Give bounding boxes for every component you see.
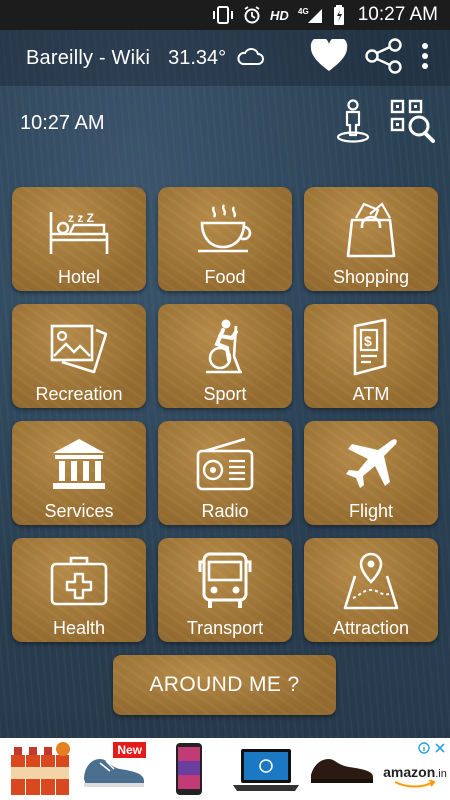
tile-label: Health bbox=[52, 618, 106, 638]
network-label: HD bbox=[269, 7, 289, 23]
photos-icon bbox=[47, 316, 111, 378]
signal-icon: 4G bbox=[298, 6, 324, 24]
map-pin-icon bbox=[339, 550, 403, 612]
ad-choices[interactable] bbox=[418, 742, 446, 754]
shopping-bag-icon bbox=[339, 199, 403, 261]
cloud-icon bbox=[236, 46, 265, 71]
time-row: 10:27 AM bbox=[0, 95, 450, 151]
tile-label: Shopping bbox=[332, 267, 410, 287]
tile-label: Radio bbox=[201, 501, 249, 521]
ad-product-laptop[interactable] bbox=[228, 740, 304, 798]
tile-label: Sport bbox=[203, 384, 247, 404]
exercise-bike-icon bbox=[193, 316, 257, 378]
coffee-cup-icon bbox=[193, 199, 257, 261]
tile-label: Food bbox=[204, 267, 246, 287]
brand-suffix: .in bbox=[435, 768, 447, 780]
favorite-heart-icon[interactable] bbox=[310, 36, 348, 78]
ad-brand-logo[interactable]: amazon.in bbox=[380, 740, 450, 798]
category-tile-sport[interactable]: Sport bbox=[158, 304, 292, 408]
ad-product-shoe[interactable]: New bbox=[78, 740, 150, 798]
qr-scan-icon[interactable] bbox=[390, 99, 436, 148]
alarm-icon bbox=[243, 6, 261, 24]
person-location-icon[interactable] bbox=[336, 99, 370, 148]
tile-label: ATM bbox=[352, 384, 390, 404]
new-badge: New bbox=[113, 742, 146, 758]
svg-text:$: $ bbox=[364, 333, 372, 349]
ad-banner[interactable]: New amazon.in bbox=[0, 738, 450, 800]
category-tile-hotel[interactable]: z z Z Hotel bbox=[12, 187, 146, 291]
bed-icon: z z Z bbox=[47, 199, 111, 261]
status-time: 10:27 AM bbox=[357, 4, 438, 25]
more-options-icon[interactable] bbox=[420, 41, 430, 76]
category-tile-attraction[interactable]: Attraction bbox=[304, 538, 438, 642]
clock-time: 10:27 AM bbox=[20, 111, 105, 134]
ad-product-phone[interactable] bbox=[150, 740, 228, 798]
app-title: Bareilly - Wiki bbox=[26, 46, 151, 69]
category-grid: z z Z Hotel Food Shopping Recreation Spo… bbox=[12, 187, 438, 642]
category-tile-health[interactable]: Health bbox=[12, 538, 146, 642]
app-bar: Bareilly - Wiki 31.34° bbox=[0, 30, 450, 86]
ad-close-icon bbox=[435, 743, 445, 753]
category-tile-recreation[interactable]: Recreation bbox=[12, 304, 146, 408]
brand-word: amazon bbox=[383, 764, 436, 780]
around-me-button[interactable]: AROUND ME ? bbox=[113, 655, 336, 715]
category-tile-transport[interactable]: Transport bbox=[158, 538, 292, 642]
bus-icon bbox=[193, 550, 257, 612]
radio-icon bbox=[193, 433, 257, 495]
airplane-icon bbox=[339, 433, 403, 495]
vibrate-icon bbox=[212, 6, 234, 24]
brand-name: amazon.in bbox=[383, 764, 447, 780]
tile-label: Attraction bbox=[332, 618, 410, 638]
tile-label: Recreation bbox=[35, 384, 123, 404]
category-tile-food[interactable]: Food bbox=[158, 187, 292, 291]
ad-product-formal-shoe[interactable] bbox=[304, 740, 380, 798]
tile-label: Transport bbox=[186, 618, 264, 638]
first-aid-kit-icon bbox=[47, 550, 111, 612]
share-icon[interactable] bbox=[364, 38, 404, 79]
category-tile-services[interactable]: Services bbox=[12, 421, 146, 525]
amazon-smile-icon bbox=[394, 780, 436, 788]
category-tile-radio[interactable]: Radio bbox=[158, 421, 292, 525]
svg-text:z z Z: z z Z bbox=[68, 211, 94, 225]
tile-label: Services bbox=[44, 501, 114, 521]
category-tile-shopping[interactable]: Shopping bbox=[304, 187, 438, 291]
tile-label: Hotel bbox=[57, 267, 101, 287]
status-bar: HD 4G 10:27 AM bbox=[0, 0, 450, 30]
signal-label: 4G bbox=[298, 7, 309, 16]
bank-building-icon bbox=[47, 433, 111, 495]
ad-product-bottles[interactable] bbox=[0, 740, 78, 798]
category-tile-flight[interactable]: Flight bbox=[304, 421, 438, 525]
category-tile-atm[interactable]: $ ATM bbox=[304, 304, 438, 408]
tile-label: Flight bbox=[348, 501, 393, 521]
battery-icon bbox=[333, 5, 345, 25]
ad-info-icon bbox=[418, 742, 430, 754]
atm-icon: $ bbox=[339, 316, 403, 378]
temperature: 31.34° bbox=[168, 46, 227, 69]
